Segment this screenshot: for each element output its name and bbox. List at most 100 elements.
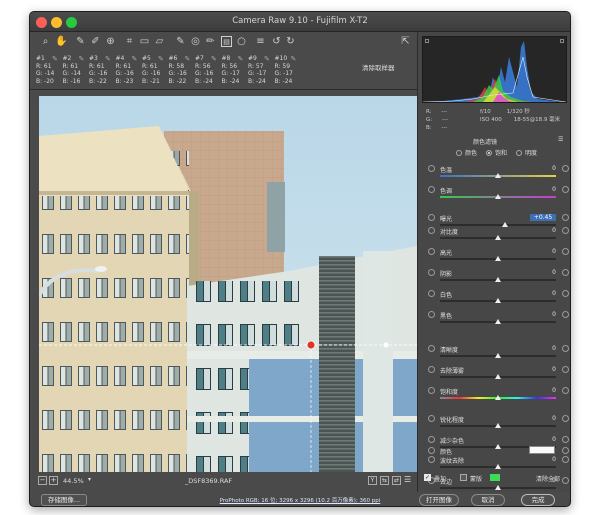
open-image-button[interactable]: 打开图像 <box>419 494 459 506</box>
slider-value[interactable]: 0 <box>530 366 556 373</box>
slider-thumb[interactable] <box>495 235 501 241</box>
slider-thumb[interactable] <box>495 485 501 491</box>
eyedropper-icon[interactable]: ✎ <box>52 55 58 64</box>
preferences-icon[interactable]: ≡ <box>255 36 266 47</box>
slider-thumb[interactable] <box>495 297 501 303</box>
slider-value[interactable]: 0 <box>530 311 556 318</box>
red-eye-icon[interactable]: ◎ <box>190 36 201 47</box>
slider-thumb[interactable] <box>495 193 501 199</box>
minus-icon[interactable] <box>428 414 435 422</box>
slider-thumb[interactable] <box>495 422 501 428</box>
plus-icon[interactable] <box>562 435 569 443</box>
hand-icon[interactable]: ✋ <box>55 36 67 47</box>
copy-settings-icon[interactable]: ⇄ <box>392 476 401 485</box>
minus-icon[interactable] <box>428 345 435 353</box>
plus-icon[interactable] <box>562 414 569 422</box>
plus-icon[interactable] <box>562 165 569 172</box>
mask-color-swatch[interactable] <box>490 474 500 481</box>
slider-thumb[interactable] <box>495 464 501 470</box>
slider-value[interactable]: 0 <box>530 227 556 234</box>
plus-icon[interactable] <box>562 289 569 297</box>
clear-all-button[interactable]: 清除全部 <box>536 474 560 483</box>
transform-icon[interactable]: ▱ <box>154 36 165 47</box>
zoom-out-button[interactable]: − <box>38 476 47 485</box>
slider-value[interactable]: 0 <box>530 436 556 443</box>
plus-icon[interactable] <box>562 366 569 374</box>
crop-icon[interactable]: ⌗ <box>124 36 135 47</box>
slider-value[interactable]: 0 <box>530 165 556 172</box>
menu-icon[interactable]: ☰ <box>404 476 414 485</box>
mode-option[interactable]: 颜色 <box>456 150 477 157</box>
plus-icon[interactable] <box>562 213 569 221</box>
color-swatch[interactable] <box>529 446 555 454</box>
minus-icon[interactable] <box>428 435 435 443</box>
minus-icon[interactable] <box>428 185 435 193</box>
eyedropper-icon[interactable]: ✎ <box>185 55 191 64</box>
minus-icon[interactable] <box>428 310 435 318</box>
slider-thumb[interactable] <box>495 318 501 324</box>
open-in-photoshop-icon[interactable]: ⇱ <box>400 36 411 47</box>
graduated-filter-icon[interactable]: ▤ <box>221 36 232 47</box>
slider-value[interactable]: 0 <box>530 290 556 297</box>
mode-option[interactable]: 饱和 <box>486 150 507 157</box>
overlay-checkbox[interactable]: ✓ <box>424 474 431 481</box>
mask-checkbox[interactable] <box>460 474 467 481</box>
eyedropper-icon[interactable]: ✎ <box>291 55 297 64</box>
workflow-options-link[interactable]: ProPhoto RGB; 16 位; 3296 x 3296 (10.2 百万… <box>200 496 400 504</box>
radio-icon[interactable] <box>516 150 523 156</box>
minus-icon[interactable] <box>428 269 435 276</box>
before-after-icon[interactable]: Y <box>368 476 377 485</box>
minus-icon[interactable] <box>428 366 435 374</box>
white-balance-icon[interactable]: ✎ <box>75 36 86 47</box>
targeted-adjustment-icon[interactable]: ⊕ <box>105 36 116 47</box>
slider-thumb[interactable] <box>495 353 501 359</box>
shadow-clip-icon[interactable] <box>425 39 429 43</box>
adjustment-brush-icon[interactable]: ✏ <box>205 36 216 47</box>
slider-thumb[interactable] <box>495 395 501 400</box>
plus-icon[interactable] <box>562 345 569 353</box>
zoom-in-button[interactable]: + <box>49 476 58 485</box>
minus-icon[interactable] <box>428 248 435 256</box>
plus-icon[interactable] <box>562 387 569 394</box>
slider-thumb[interactable] <box>495 277 501 282</box>
slider-thumb[interactable] <box>495 173 501 178</box>
eyedropper-icon[interactable]: ✎ <box>264 55 270 64</box>
rotate-cw-icon[interactable]: ↻ <box>285 36 296 47</box>
plus-icon[interactable] <box>562 227 569 235</box>
slider-thumb[interactable] <box>495 374 501 380</box>
minus-icon[interactable] <box>428 227 435 235</box>
eyedropper-icon[interactable]: ✎ <box>132 55 138 64</box>
radio-icon[interactable] <box>486 150 493 156</box>
slider-value[interactable]: 0 <box>530 269 556 276</box>
cancel-button[interactable]: 取消 <box>471 494 505 506</box>
done-button[interactable]: 完成 <box>521 494 555 506</box>
slider-value[interactable]: 0 <box>530 387 556 394</box>
straighten-icon[interactable]: ▭ <box>139 36 150 47</box>
slider-track[interactable] <box>440 223 556 226</box>
chevron-down-icon[interactable]: ▾ <box>88 476 91 483</box>
mode-option[interactable]: 明度 <box>516 150 537 157</box>
eyedropper-icon[interactable]: ✎ <box>158 55 164 64</box>
swap-icon[interactable]: ⇆ <box>380 476 389 485</box>
color-sampler-icon[interactable]: ✐ <box>90 36 101 47</box>
eyedropper-icon[interactable]: ✎ <box>211 55 217 64</box>
eyedropper-icon[interactable]: ✎ <box>79 55 85 64</box>
slider-value[interactable]: 0 <box>530 248 556 255</box>
zoom-level[interactable]: 44.5% <box>63 477 84 485</box>
slider-value[interactable]: 0 <box>530 415 556 422</box>
plus-icon[interactable] <box>562 185 569 193</box>
minus-icon[interactable] <box>428 387 435 394</box>
save-image-button[interactable]: 存储图像... <box>41 494 87 506</box>
minus-icon[interactable] <box>428 289 435 297</box>
radial-filter-icon[interactable]: ○ <box>236 36 247 47</box>
slider-value[interactable]: +0.45 <box>530 213 556 221</box>
slider-value[interactable]: 0 <box>530 345 556 352</box>
plus-icon[interactable] <box>562 269 569 276</box>
highlight-clip-icon[interactable] <box>560 39 564 43</box>
clear-samplers-button[interactable]: 清除取样器 <box>362 62 395 72</box>
zoom-icon[interactable]: ⌕ <box>40 36 51 47</box>
plus-icon[interactable] <box>562 310 569 318</box>
plus-icon[interactable] <box>562 248 569 256</box>
slider-value[interactable]: 0 <box>530 186 556 193</box>
radio-icon[interactable] <box>456 150 462 156</box>
